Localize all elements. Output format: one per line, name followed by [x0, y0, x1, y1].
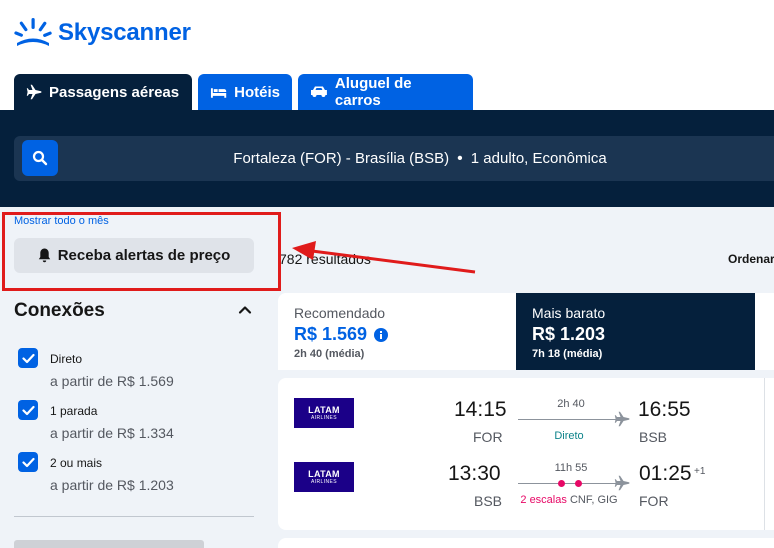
tab-label: Passagens aéreas [49, 83, 180, 101]
card-divider [764, 378, 765, 530]
leg-duration: 11h 55 [554, 462, 588, 474]
departure-time: 14:15 [454, 398, 507, 421]
one-stop-label[interactable]: 1 parada [50, 404, 97, 418]
flight-result-card[interactable] [278, 538, 774, 548]
stops-info: 2 escalas CNF, GIG [499, 494, 639, 506]
arrival-airport: BSB [639, 429, 668, 445]
passenger-text: 1 adulto, Econômica [470, 150, 607, 167]
checkmark-icon [21, 405, 35, 415]
day-offset: +1 [694, 466, 706, 477]
bed-icon [210, 88, 227, 98]
checkmark-icon [21, 457, 35, 467]
sort-tab-fastest-partial[interactable] [755, 293, 774, 370]
connections-filter-title[interactable]: Conexões [14, 300, 105, 322]
latam-logo: LATAM AIRLINES [294, 398, 354, 428]
plane-icon [26, 84, 42, 100]
tab-hotels[interactable]: Hotéis [198, 74, 292, 110]
one-stop-price: a partir de R$ 1.334 [50, 425, 174, 441]
stop-marker [575, 480, 582, 487]
route-text: Fortaleza (FOR) - Brasília (BSB) [233, 150, 450, 167]
plane-icon [614, 475, 630, 491]
arrival-time: 16:55 [638, 398, 691, 421]
stops-info: Direto [499, 430, 639, 442]
airline-subtitle: AIRLINES [311, 478, 337, 485]
results-count: 782 resultados [279, 251, 371, 267]
skyscanner-logo[interactable]: Skyscanner [14, 18, 191, 48]
stops-via: CNF, GIG [569, 494, 618, 506]
sort-tab-duration: 2h 40 (média) [294, 348, 365, 360]
departure-time: 13:30 [448, 462, 501, 485]
direct-checkbox[interactable] [18, 348, 38, 368]
search-icon [32, 150, 48, 166]
direct-label[interactable]: Direto [50, 352, 82, 366]
next-filter-heading-cut [14, 540, 204, 548]
highlight-box [2, 212, 281, 291]
tab-flights[interactable]: Passagens aéreas [14, 74, 192, 110]
airline-name: LATAM [308, 404, 340, 415]
two-plus-stops-checkbox[interactable] [18, 452, 38, 472]
stops-count: Direto [554, 430, 584, 442]
route-line [518, 483, 616, 484]
tab-label: Aluguel de carros [334, 75, 412, 109]
departure-airport: BSB [474, 493, 503, 509]
arrival-airport: FOR [639, 493, 669, 509]
latam-logo: LATAM AIRLINES [294, 462, 354, 492]
stops-count: 2 escalas [520, 494, 567, 506]
sunrise-logo-icon [14, 18, 52, 46]
sort-by-label[interactable]: Ordenar [728, 252, 774, 266]
search-button[interactable] [22, 140, 58, 176]
sort-tab-price: R$ 1.569 [294, 324, 368, 344]
separator-dot: • [457, 149, 463, 167]
sort-tab-label: Recomendado [294, 305, 386, 321]
one-stop-checkbox[interactable] [18, 400, 38, 420]
search-summary-text[interactable]: Fortaleza (FOR) - Brasília (BSB) • 1 adu… [66, 136, 774, 181]
arrival-time: 01:25 [639, 462, 692, 485]
sort-tab-label: Mais barato [532, 305, 606, 321]
info-icon[interactable] [374, 327, 389, 342]
sort-tab-recommended[interactable]: Recomendado R$ 1.569 2h 40 (média) [278, 293, 516, 370]
sort-tab-price: R$ 1.203 [532, 324, 606, 344]
airline-name: LATAM [308, 468, 340, 479]
checkmark-icon [21, 353, 35, 363]
plane-icon [614, 411, 630, 427]
two-plus-stops-price: a partir de R$ 1.203 [50, 477, 174, 493]
stop-marker [558, 480, 565, 487]
filter-divider [14, 516, 254, 517]
sort-tab-cheapest[interactable]: Mais barato R$ 1.203 7h 18 (média) [516, 293, 755, 370]
route-line [518, 419, 616, 420]
tab-car-rental[interactable]: Aluguel de carros [298, 74, 473, 110]
direct-price: a partir de R$ 1.569 [50, 373, 174, 389]
chevron-up-icon[interactable] [236, 301, 254, 319]
leg-duration: 2h 40 [557, 398, 585, 410]
airline-subtitle: AIRLINES [311, 414, 337, 421]
two-plus-stops-label[interactable]: 2 ou mais [50, 456, 102, 470]
brand-name: Skyscanner [58, 19, 191, 46]
tab-label: Hotéis [234, 83, 280, 101]
car-icon [310, 86, 327, 97]
sort-tab-duration: 7h 18 (média) [532, 348, 603, 360]
